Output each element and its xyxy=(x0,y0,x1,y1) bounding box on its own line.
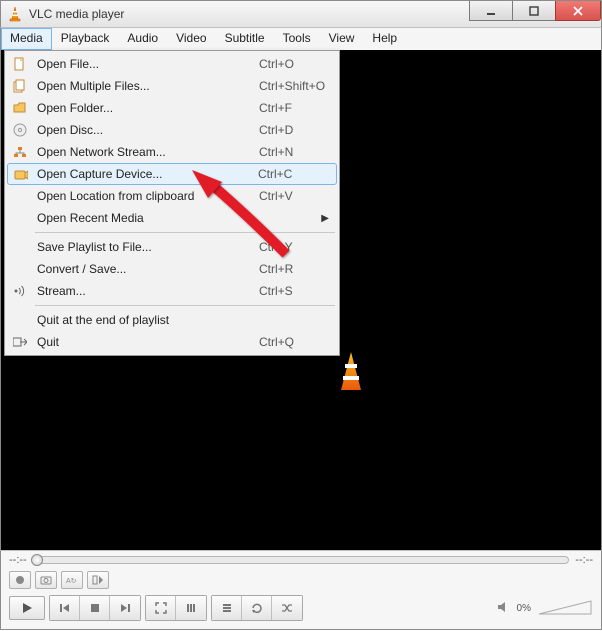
previous-button[interactable] xyxy=(50,596,80,620)
seek-slider[interactable] xyxy=(33,556,570,564)
network-icon xyxy=(11,143,29,161)
menu-item-shortcut: Ctrl+C xyxy=(258,167,336,181)
media-menu-dropdown: Open File...Ctrl+OOpen Multiple Files...… xyxy=(4,50,340,356)
disc-icon xyxy=(11,121,29,139)
time-total: --:-- xyxy=(575,554,593,566)
menu-item-shortcut: Ctrl+Q xyxy=(259,335,337,349)
menu-item-open-location-from-clipboard[interactable]: Open Location from clipboardCtrl+V xyxy=(7,185,337,207)
menu-media[interactable]: Media xyxy=(1,28,52,50)
menu-item-shortcut: Ctrl+S xyxy=(259,284,337,298)
menu-item-label: Open Location from clipboard xyxy=(37,189,259,203)
blank-icon xyxy=(11,209,29,227)
menu-item-open-file[interactable]: Open File...Ctrl+O xyxy=(7,53,337,75)
maximize-button[interactable] xyxy=(512,1,556,21)
play-button[interactable] xyxy=(9,596,45,620)
menu-item-open-folder[interactable]: Open Folder...Ctrl+F xyxy=(7,97,337,119)
fullscreen-button[interactable] xyxy=(146,596,176,620)
menu-subtitle[interactable]: Subtitle xyxy=(216,28,274,50)
extended-settings-button[interactable] xyxy=(176,596,206,620)
menu-item-open-disc[interactable]: Open Disc...Ctrl+D xyxy=(7,119,337,141)
file-icon xyxy=(11,55,29,73)
menu-help[interactable]: Help xyxy=(363,28,406,50)
next-button[interactable] xyxy=(110,596,140,620)
playlist-button[interactable] xyxy=(212,596,242,620)
menu-item-label: Open Disc... xyxy=(37,123,259,137)
menu-item-label: Open Folder... xyxy=(37,101,259,115)
menu-item-open-recent-media[interactable]: Open Recent Media ▶ xyxy=(7,207,337,229)
menu-separator xyxy=(35,232,335,233)
menu-item-label: Save Playlist to File... xyxy=(37,240,259,254)
quit-icon xyxy=(11,333,29,351)
vlc-cone-icon xyxy=(7,6,23,22)
time-current: --:-- xyxy=(9,554,27,566)
vlc-cone-logo xyxy=(331,350,371,405)
blank-icon xyxy=(11,238,29,256)
menu-item-quit-at-the-end-of-playlist[interactable]: Quit at the end of playlist xyxy=(7,309,337,331)
speaker-icon[interactable] xyxy=(497,600,511,617)
controls-panel: --:-- --:-- A↻ 0% xyxy=(0,550,602,630)
menu-video[interactable]: Video xyxy=(167,28,215,50)
menu-item-shortcut: Ctrl+Shift+O xyxy=(259,79,337,93)
menu-item-label: Open Network Stream... xyxy=(37,145,259,159)
menu-item-label: Quit at the end of playlist xyxy=(37,313,259,327)
menu-audio[interactable]: Audio xyxy=(118,28,167,50)
shuffle-button[interactable] xyxy=(272,596,302,620)
menu-playback[interactable]: Playback xyxy=(52,28,119,50)
snapshot-button[interactable] xyxy=(35,571,57,589)
capture-icon xyxy=(12,166,30,184)
volume-percent: 0% xyxy=(517,603,531,614)
volume-slider[interactable] xyxy=(537,599,593,617)
stop-button[interactable] xyxy=(80,596,110,620)
frame-step-button[interactable] xyxy=(87,571,109,589)
menu-item-shortcut: Ctrl+Y xyxy=(259,240,337,254)
menu-item-shortcut: Ctrl+D xyxy=(259,123,337,137)
menu-item-label: Quit xyxy=(37,335,259,349)
loop-button[interactable] xyxy=(242,596,272,620)
menu-item-label: Open Capture Device... xyxy=(37,167,258,181)
menu-item-shortcut: Ctrl+N xyxy=(259,145,337,159)
menu-separator xyxy=(35,305,335,306)
files-icon xyxy=(11,77,29,95)
submenu-arrow-icon: ▶ xyxy=(321,213,329,224)
menu-item-shortcut: Ctrl+R xyxy=(259,262,337,276)
menu-item-label: Open File... xyxy=(37,57,259,71)
menu-item-shortcut: Ctrl+O xyxy=(259,57,337,71)
menubar: Media Playback Audio Video Subtitle Tool… xyxy=(0,28,602,50)
close-button[interactable] xyxy=(555,1,601,21)
menu-view[interactable]: View xyxy=(320,28,364,50)
menu-item-label: Convert / Save... xyxy=(37,262,259,276)
menu-item-open-multiple-files[interactable]: Open Multiple Files...Ctrl+Shift+O xyxy=(7,75,337,97)
menu-tools[interactable]: Tools xyxy=(274,28,320,50)
menu-item-quit[interactable]: QuitCtrl+Q xyxy=(7,331,337,353)
menu-item-save-playlist-to-file[interactable]: Save Playlist to File...Ctrl+Y xyxy=(7,236,337,258)
stream-icon xyxy=(11,282,29,300)
menu-item-convert-save[interactable]: Convert / Save...Ctrl+R xyxy=(7,258,337,280)
menu-item-stream[interactable]: Stream...Ctrl+S xyxy=(7,280,337,302)
window-titlebar: VLC media player xyxy=(0,0,602,28)
menu-item-label: Stream... xyxy=(37,284,259,298)
folder-icon xyxy=(11,99,29,117)
window-title: VLC media player xyxy=(29,7,124,21)
menu-item-open-capture-device[interactable]: Open Capture Device...Ctrl+C xyxy=(7,163,337,185)
minimize-button[interactable] xyxy=(469,1,513,21)
menu-item-shortcut: Ctrl+V xyxy=(259,189,337,203)
menu-item-label: Open Recent Media xyxy=(37,211,259,225)
blank-icon xyxy=(11,311,29,329)
blank-icon xyxy=(11,260,29,278)
menu-item-open-network-stream[interactable]: Open Network Stream...Ctrl+N xyxy=(7,141,337,163)
menu-item-shortcut: Ctrl+F xyxy=(259,101,337,115)
loop-ab-button[interactable]: A↻ xyxy=(61,571,83,589)
record-button[interactable] xyxy=(9,571,31,589)
menu-item-label: Open Multiple Files... xyxy=(37,79,259,93)
blank-icon xyxy=(11,187,29,205)
svg-text:A↻: A↻ xyxy=(66,578,77,585)
